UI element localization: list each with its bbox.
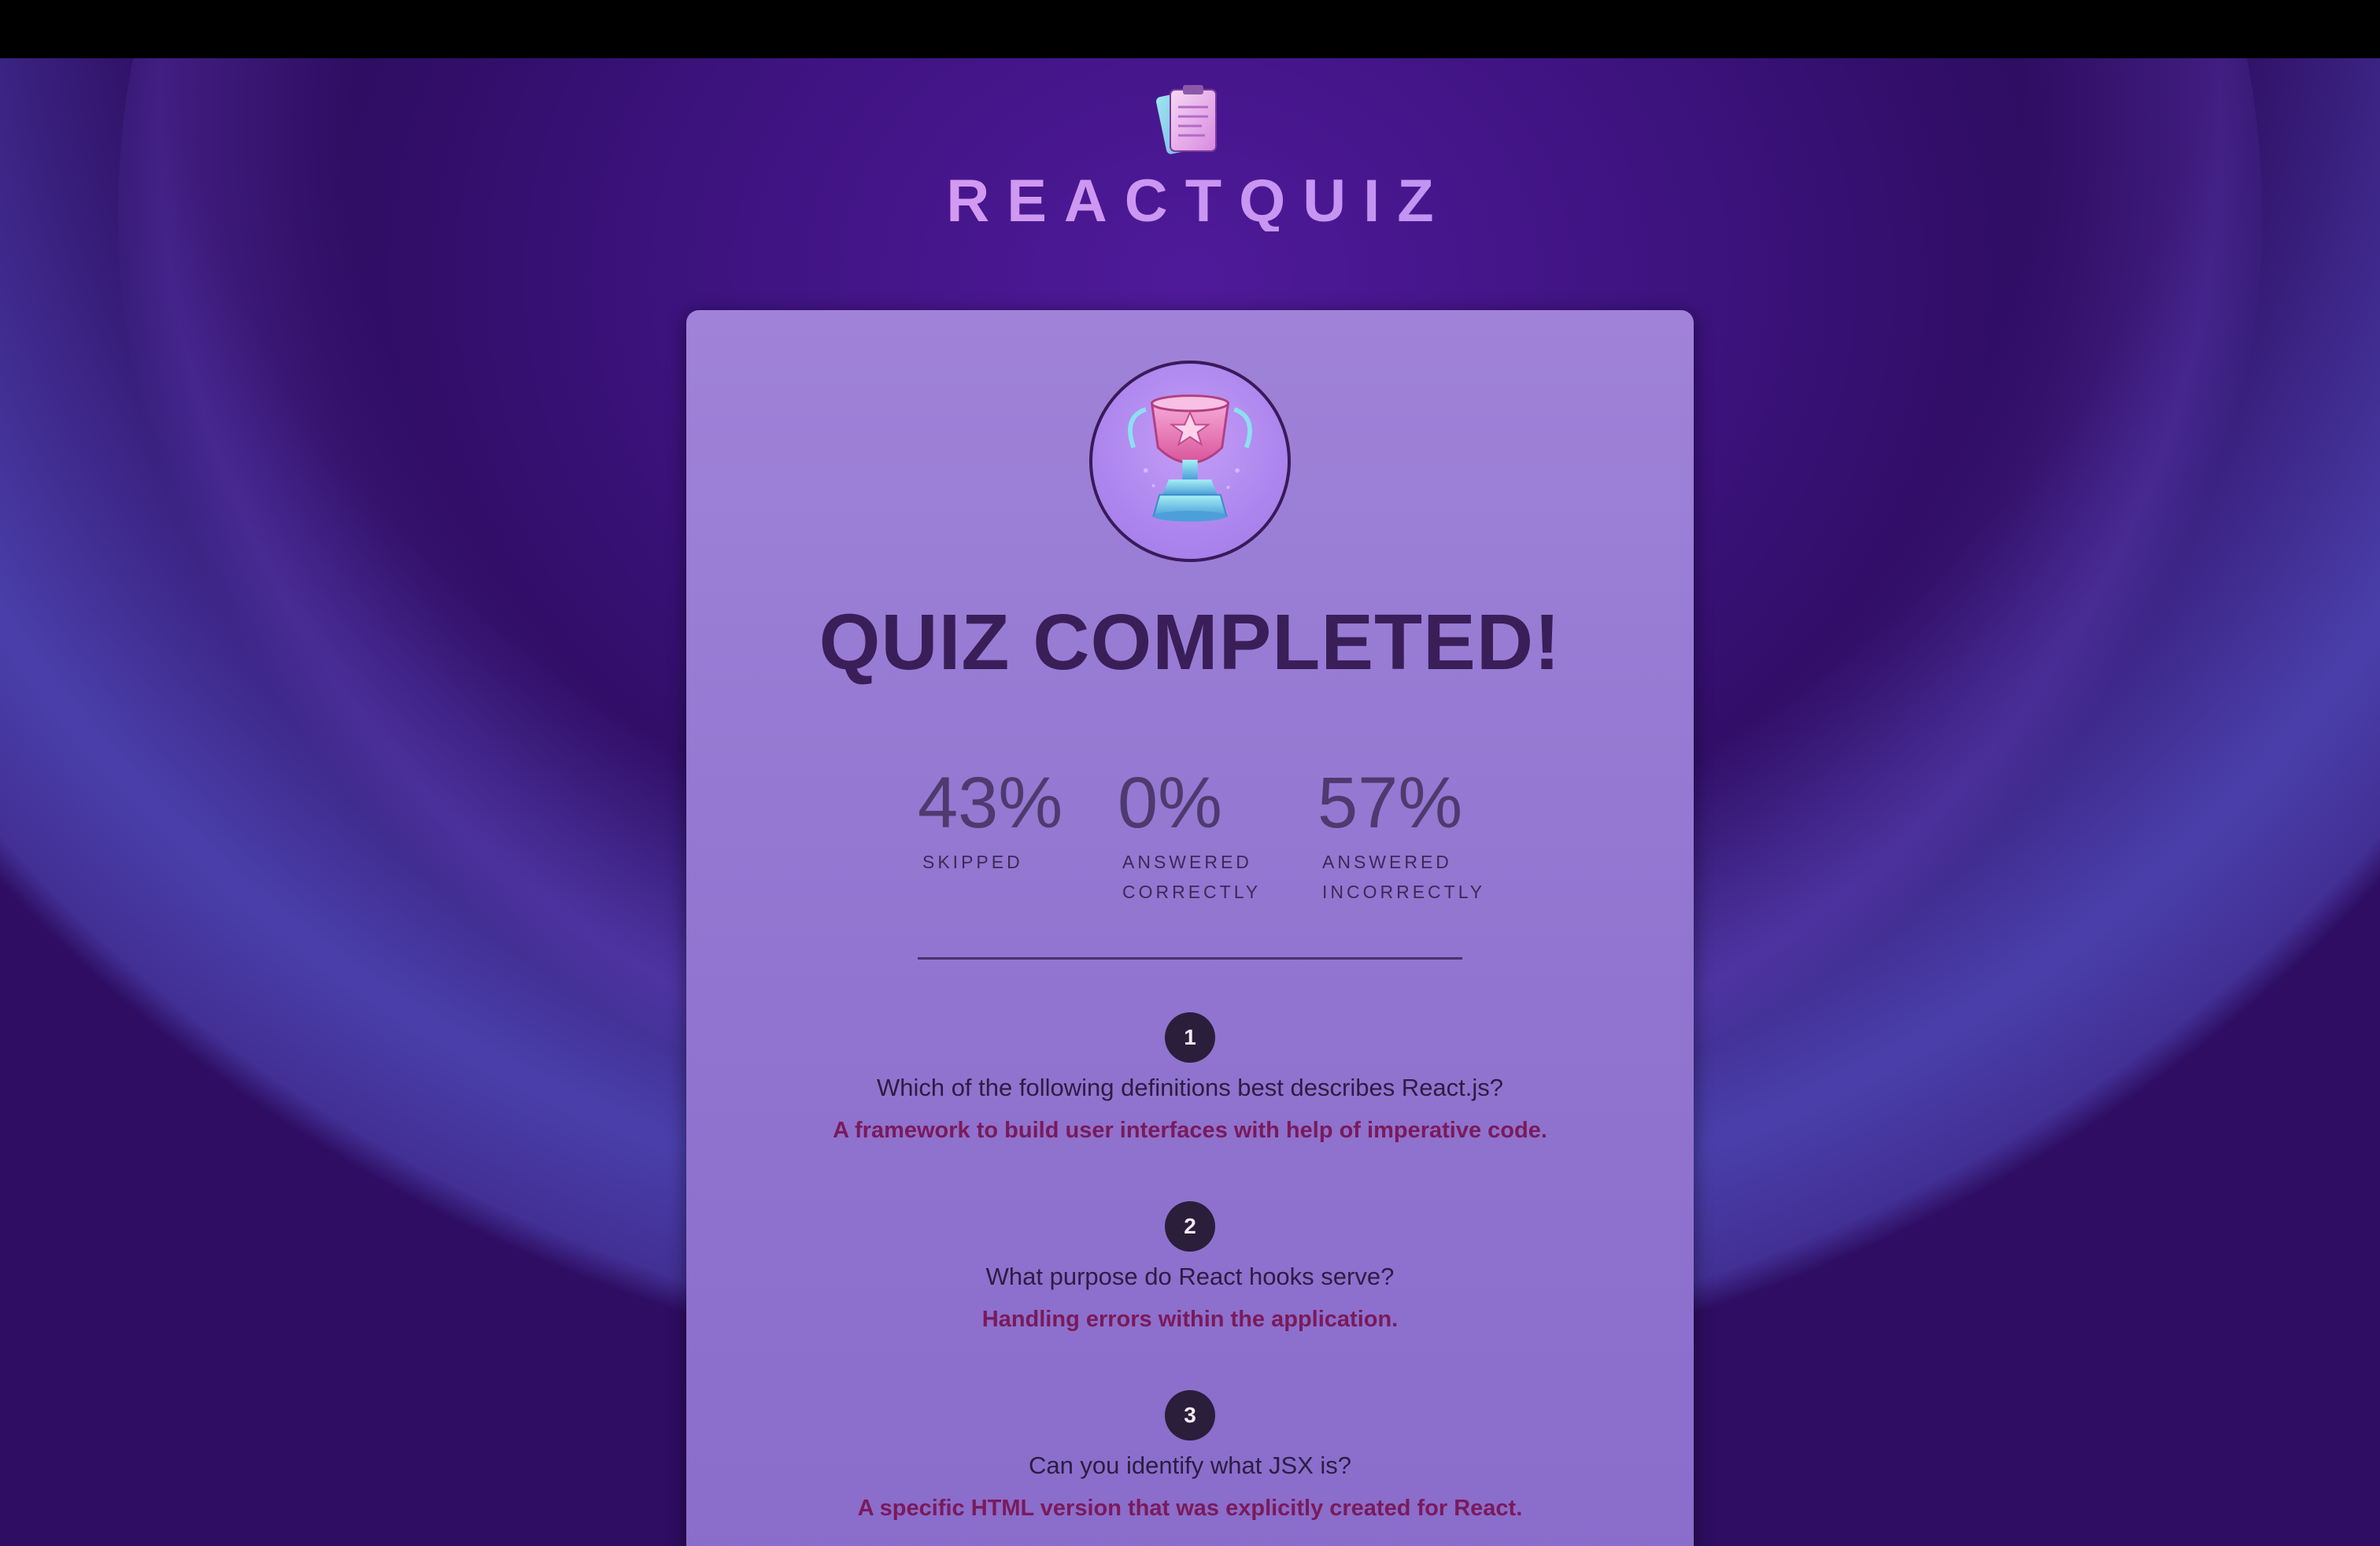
user-answer-incorrect: Handling errors within the application. bbox=[981, 1307, 1399, 1332]
app-header: REACTQUIZ bbox=[0, 76, 2380, 231]
app-title: REACTQUIZ bbox=[0, 172, 2380, 231]
stat-skipped: 43% Skipped bbox=[918, 767, 1118, 907]
stat-correct-label: Answered correctly bbox=[1122, 852, 1262, 902]
question-text: What purpose do React hooks serve? bbox=[985, 1263, 1395, 1290]
stat-skipped-value: 43% bbox=[918, 763, 1063, 843]
answer-item: 1 Which of the following definitions bes… bbox=[686, 1012, 1694, 1201]
question-text: Can you identify what JSX is? bbox=[1028, 1452, 1352, 1479]
user-answer-incorrect: A framework to build user interfaces wit… bbox=[833, 1118, 1547, 1143]
stat-correct-value: 0% bbox=[1118, 763, 1222, 843]
user-answer-incorrect: A specific HTML version that was explici… bbox=[857, 1496, 1523, 1521]
trophy-badge bbox=[1089, 361, 1291, 562]
stat-incorrect-value: 57% bbox=[1318, 763, 1463, 843]
question-number-badge: 1 bbox=[1165, 1012, 1215, 1063]
stat-incorrect: 57% Answered incorrectly bbox=[1318, 767, 1517, 907]
answer-item: 3 Can you identify what JSX is? A specif… bbox=[686, 1390, 1694, 1546]
question-text: Which of the following definitions best … bbox=[876, 1074, 1504, 1101]
stat-skipped-label: Skipped bbox=[922, 852, 1023, 872]
summary-card: QUIZ COMPLETED! 43% Skipped 0% Answered … bbox=[686, 310, 1694, 1546]
answers-list: 1 Which of the following definitions bes… bbox=[686, 1012, 1694, 1546]
question-number-badge: 2 bbox=[1165, 1201, 1215, 1252]
stats-row: 43% Skipped 0% Answered correctly 57% An… bbox=[918, 767, 1517, 907]
answer-item: 2 What purpose do React hooks serve? Han… bbox=[686, 1201, 1694, 1390]
browser-top-bar bbox=[0, 0, 2380, 58]
trophy-icon bbox=[1128, 394, 1252, 522]
stat-correct: 0% Answered correctly bbox=[1118, 767, 1318, 907]
quiz-logo-icon bbox=[1156, 85, 1217, 154]
question-number-badge: 3 bbox=[1165, 1390, 1215, 1441]
quiz-completed-title: QUIZ COMPLETED! bbox=[819, 598, 1561, 686]
summary-divider bbox=[918, 957, 1462, 960]
stat-incorrect-label: Answered incorrectly bbox=[1322, 852, 1486, 902]
